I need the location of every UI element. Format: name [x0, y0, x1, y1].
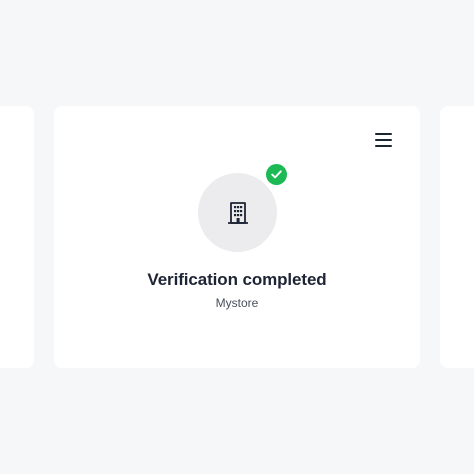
next-card[interactable] [440, 106, 474, 368]
stage: Verification completed Mystore [0, 0, 474, 474]
previous-card[interactable] [0, 106, 34, 368]
check-icon [271, 170, 282, 179]
hamburger-menu-icon[interactable] [375, 132, 393, 148]
menu-line [375, 145, 392, 147]
verification-title: Verification completed [147, 270, 327, 289]
menu-line [375, 139, 392, 141]
verified-badge [266, 164, 287, 185]
menu-line [375, 133, 392, 135]
store-avatar [198, 173, 277, 252]
building-icon [227, 201, 248, 224]
store-name: Mystore [215, 296, 259, 310]
verification-card: Verification completed Mystore [54, 106, 420, 368]
